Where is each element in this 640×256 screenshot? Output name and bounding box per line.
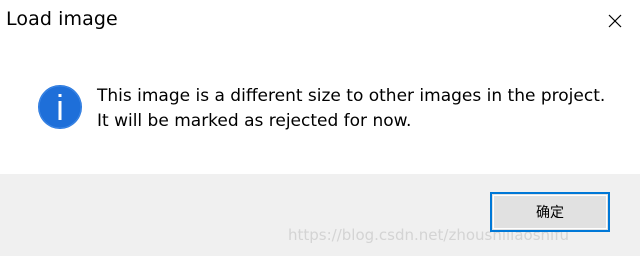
window-title: Load image — [6, 8, 118, 30]
message-text: This image is a different size to other … — [97, 84, 605, 134]
message-area: This image is a different size to other … — [0, 44, 640, 174]
button-area: https://blog.csdn.net/zhoushiliaoshifu 确… — [0, 174, 640, 256]
ok-button[interactable]: 确定 — [490, 192, 610, 232]
load-image-dialog: Load image This image is a different siz… — [0, 0, 640, 256]
info-icon — [38, 85, 82, 129]
message-line-2: It will be marked as rejected for now. — [97, 111, 412, 131]
close-button[interactable] — [598, 4, 632, 38]
close-icon — [608, 14, 622, 28]
title-bar: Load image — [0, 0, 640, 44]
message-line-1: This image is a different size to other … — [97, 86, 606, 106]
